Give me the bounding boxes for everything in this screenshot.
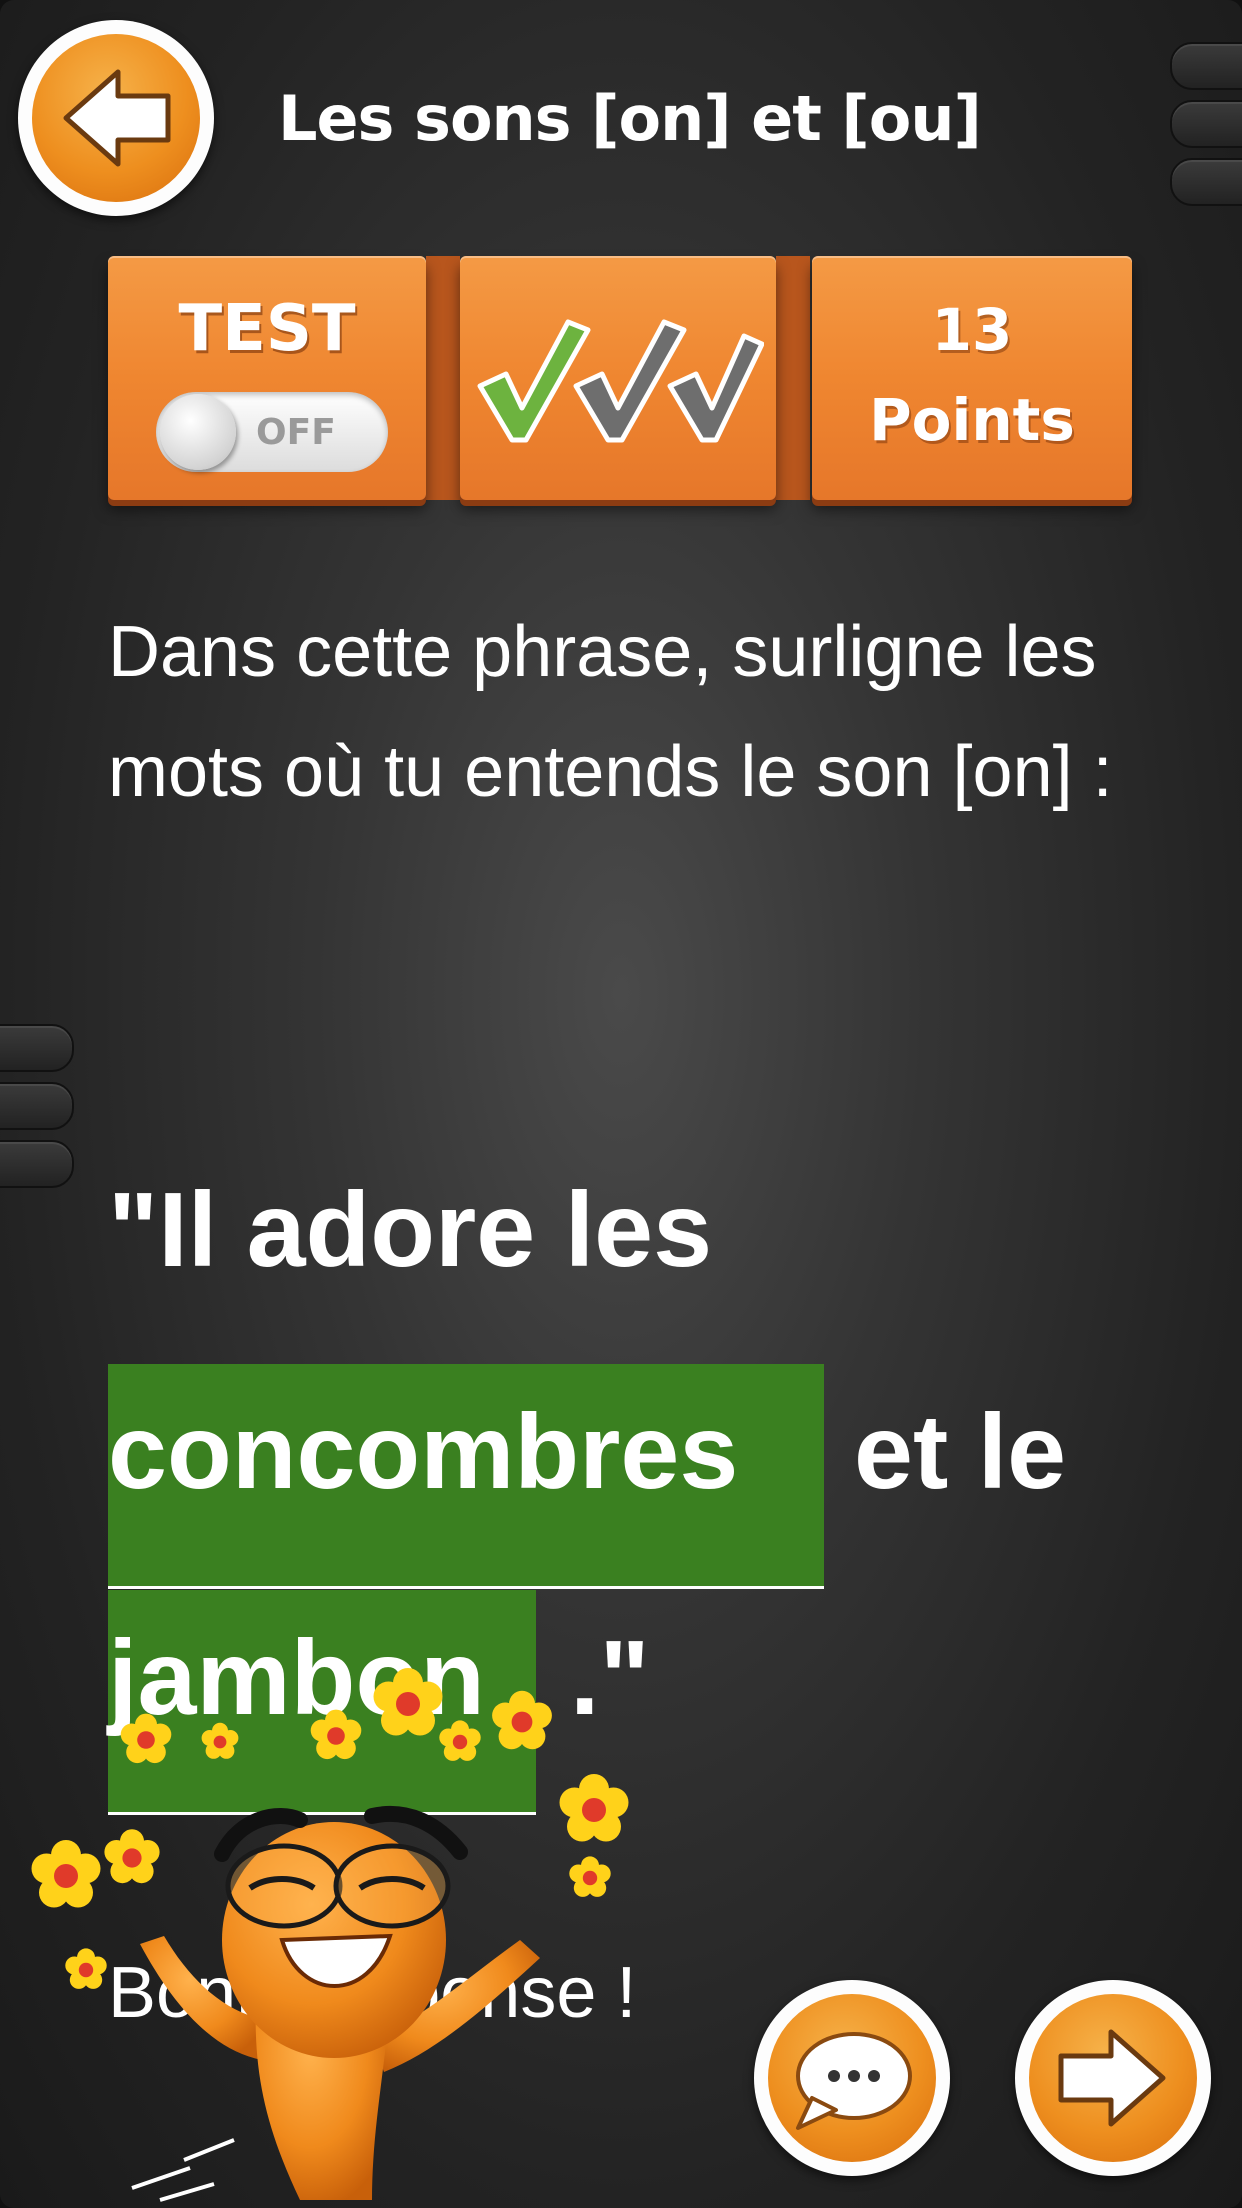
flower-decoration xyxy=(492,1690,552,1750)
app-screen: Les sons [on] et [ou] TEST OFF 13 Points… xyxy=(0,0,1242,2208)
check-icon xyxy=(573,319,687,443)
points-label: Points xyxy=(869,386,1075,454)
points-panel: 13 Points xyxy=(812,256,1132,500)
mascot-illustration xyxy=(31,1668,629,2202)
side-tab[interactable] xyxy=(0,1082,74,1130)
flower-decoration xyxy=(65,1948,107,1989)
progress-checks-panel xyxy=(460,256,776,500)
toolbar: TEST OFF 13 Points xyxy=(108,256,1132,500)
flower-decoration xyxy=(569,1856,611,1897)
side-tab[interactable] xyxy=(1170,42,1242,90)
arrow-right-icon xyxy=(1058,2029,1166,2127)
flower-decoration xyxy=(31,1840,101,1908)
side-tab[interactable] xyxy=(0,1140,74,1188)
word-et-le[interactable]: et le xyxy=(854,1392,1066,1513)
word-concombres[interactable]: concombres xyxy=(108,1392,738,1513)
test-mode-toggle[interactable]: OFF xyxy=(156,392,388,472)
check-icon xyxy=(477,319,591,443)
points-value: 13 xyxy=(931,296,1013,364)
test-label: TEST xyxy=(178,292,356,366)
side-tab[interactable] xyxy=(0,1024,74,1072)
next-button[interactable] xyxy=(1015,1980,1211,2176)
side-tab[interactable] xyxy=(1170,100,1242,148)
progress-checks xyxy=(477,319,764,443)
speech-bubble-icon xyxy=(796,2032,912,2130)
test-mode-panel: TEST OFF xyxy=(108,256,426,500)
chat-button[interactable] xyxy=(754,1980,950,2176)
side-tab[interactable] xyxy=(1170,158,1242,206)
back-button[interactable] xyxy=(18,20,214,216)
sentence-text: "Il adore les xyxy=(108,1171,713,1289)
check-icon xyxy=(667,333,764,443)
flower-decoration xyxy=(310,1709,362,1760)
flower-decoration xyxy=(104,1829,160,1884)
arrow-left-icon xyxy=(63,69,171,167)
toggle-knob[interactable] xyxy=(160,394,236,470)
flower-decoration xyxy=(439,1720,481,1761)
flower-decoration xyxy=(201,1722,239,1759)
exercise-instruction: Dans cette phrase, surligne les mots où … xyxy=(108,612,1113,812)
flower-decoration xyxy=(120,1713,172,1764)
flower-decoration xyxy=(373,1668,443,1736)
page-title: Les sons [on] et [ou] xyxy=(278,82,982,155)
toggle-state-label: OFF xyxy=(256,412,336,453)
toolbar-divider xyxy=(426,256,460,500)
toolbar-divider xyxy=(776,256,810,500)
flower-decoration xyxy=(559,1774,629,1842)
